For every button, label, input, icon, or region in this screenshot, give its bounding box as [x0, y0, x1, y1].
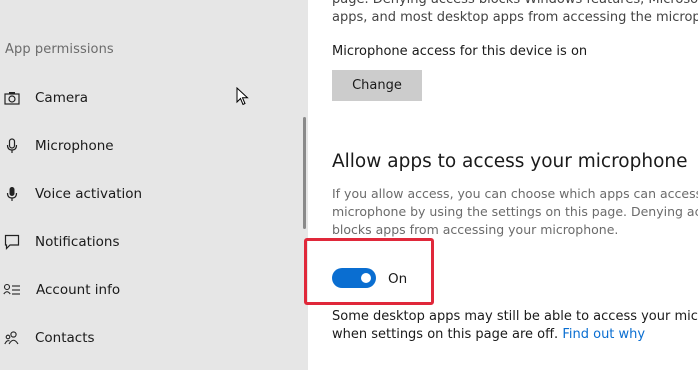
toggle-knob [361, 273, 371, 283]
notifications-icon [3, 233, 21, 251]
footer-text: Some desktop apps may still be able to a… [332, 308, 698, 344]
main-content: page. Denying access blocks Windows feat… [304, 0, 698, 370]
footer-line-1: Some desktop apps may still be able to a… [332, 309, 698, 324]
sidebar-item-label: Notifications [35, 234, 120, 250]
sidebar-item-notifications[interactable]: Notifications [0, 222, 300, 262]
change-button[interactable]: Change [332, 70, 422, 101]
footer-line-2-text: when settings on this page are off. [332, 327, 559, 342]
sidebar-item-account-info[interactable]: Account info [0, 270, 300, 310]
intro-text: page. Denying access blocks Windows feat… [332, 0, 698, 27]
allow-apps-toggle[interactable] [332, 268, 376, 288]
sidebar-item-label: Contacts [35, 330, 95, 346]
section-description: If you allow access, you can choose whic… [332, 185, 698, 239]
sidebar-item-label: Account info [36, 282, 121, 298]
section-desc-line-1: If you allow access, you can choose whic… [332, 186, 698, 201]
sidebar-item-label: Voice activation [35, 186, 143, 202]
sidebar-item-label: Microphone [35, 138, 114, 154]
sidebar-heading: App permissions [5, 42, 114, 57]
mouse-cursor-icon [236, 86, 250, 107]
section-title: Allow apps to access your microphone [332, 151, 688, 172]
sidebar-item-contacts[interactable]: Contacts [0, 318, 300, 358]
section-desc-line-2: microphone by using the settings on this… [332, 204, 698, 219]
sidebar-scrollbar[interactable] [303, 117, 306, 229]
footer-line-2: when settings on this page are off. Find… [332, 326, 698, 344]
microphone-icon [3, 137, 21, 155]
contacts-icon [3, 329, 21, 347]
device-access-status: Microphone access for this device is on [332, 44, 588, 59]
find-out-why-link[interactable]: Find out why [562, 327, 645, 342]
account-info-icon [3, 281, 21, 299]
sidebar-item-label: Camera [35, 90, 88, 106]
intro-line-2: apps, and most desktop apps from accessi… [332, 10, 698, 25]
toggle-state-label: On [388, 271, 408, 287]
section-desc-line-3: blocks apps from accessing your micropho… [332, 222, 619, 237]
sidebar-item-camera[interactable]: Camera [0, 78, 300, 118]
camera-icon [3, 89, 21, 107]
voice-activation-icon [3, 185, 21, 203]
sidebar-item-microphone[interactable]: Microphone [0, 126, 300, 166]
sidebar-item-voice-activation[interactable]: Voice activation [0, 174, 300, 214]
sidebar: App permissions Camera Microphone Voice … [0, 0, 308, 370]
intro-line-1: page. Denying access blocks Windows feat… [332, 0, 698, 9]
